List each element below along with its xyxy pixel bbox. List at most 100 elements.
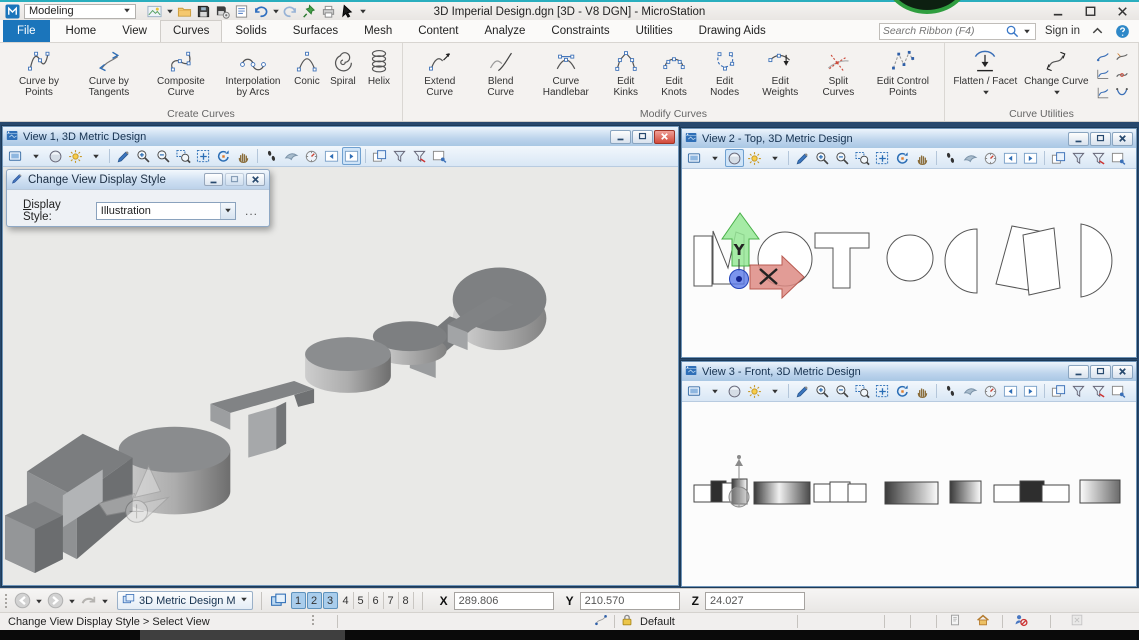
zoom-in-icon[interactable] xyxy=(813,382,832,400)
zoom-out-icon[interactable] xyxy=(154,147,173,165)
view3-close-button[interactable] xyxy=(1112,365,1133,379)
brightness-icon[interactable] xyxy=(745,149,764,167)
view-next-icon[interactable] xyxy=(342,147,361,165)
walk-icon[interactable] xyxy=(941,149,960,167)
edit-knots-button[interactable]: Edit Knots xyxy=(650,45,699,99)
edit-weights-button[interactable]: Edit Weights xyxy=(751,45,810,99)
dialog-more-button[interactable]: ... xyxy=(242,204,261,218)
saved-views-icon[interactable] xyxy=(948,613,962,630)
rotate-view-icon[interactable] xyxy=(214,147,233,165)
undo-icon[interactable] xyxy=(252,3,269,19)
interpolation-by-arcs-button[interactable]: Interpolation by Arcs xyxy=(217,45,289,99)
view2-titlebar[interactable]: View 2 - Top, 3D Metric Design xyxy=(682,129,1136,148)
evaluate-curve-icon[interactable] xyxy=(1094,66,1112,83)
pin-icon[interactable] xyxy=(301,3,318,19)
view-next-icon[interactable] xyxy=(1021,382,1040,400)
clip-volume-icon[interactable] xyxy=(1069,149,1088,167)
active-level[interactable]: Default xyxy=(640,614,675,629)
fly-icon[interactable] xyxy=(961,149,980,167)
view3-minimize-button[interactable] xyxy=(1068,365,1089,379)
fit-view-icon[interactable] xyxy=(194,147,213,165)
view1-minimize-button[interactable] xyxy=(610,130,631,144)
edit-control-points-button[interactable]: Edit Control Points xyxy=(867,45,939,99)
maximize-button[interactable] xyxy=(1081,4,1099,19)
update-view-icon[interactable] xyxy=(114,147,133,165)
view1-close-button[interactable] xyxy=(654,130,675,144)
fair-curve-icon[interactable] xyxy=(1113,66,1131,83)
view-properties-icon[interactable] xyxy=(1109,382,1128,400)
clip-mask-icon[interactable] xyxy=(410,147,429,165)
tab-drawing-aids[interactable]: Drawing Aids xyxy=(686,20,779,42)
toolbar-grip[interactable] xyxy=(4,593,8,609)
ribbon-search[interactable] xyxy=(879,23,1036,40)
tab-analyze[interactable]: Analyze xyxy=(472,20,539,42)
view2-canvas[interactable]: Y xyxy=(682,169,1136,357)
y-coordinate-field[interactable] xyxy=(580,592,680,610)
curve-by-points-button[interactable]: Curve by Points xyxy=(5,45,73,99)
navigate-view-icon[interactable] xyxy=(981,149,1000,167)
copy-view-icon[interactable] xyxy=(1049,149,1068,167)
minimize-button[interactable] xyxy=(1049,4,1067,19)
fit-view-icon[interactable] xyxy=(873,149,892,167)
caret-icon[interactable] xyxy=(765,382,784,400)
view3-canvas[interactable] xyxy=(682,402,1136,586)
copy-view-icon[interactable] xyxy=(1049,382,1068,400)
display-style-icon[interactable] xyxy=(725,149,744,167)
view-2-toggle[interactable]: 2 xyxy=(307,592,322,609)
curve-graph-icon[interactable] xyxy=(1094,84,1112,101)
user-status-icon[interactable] xyxy=(1014,613,1028,630)
tab-content[interactable]: Content xyxy=(405,20,471,42)
tab-view[interactable]: View xyxy=(109,20,160,42)
fly-icon[interactable] xyxy=(282,147,301,165)
sign-in-link[interactable]: Sign in xyxy=(1045,25,1080,37)
curve-handlebar-button[interactable]: Curve Handlebar xyxy=(530,45,602,99)
display-style-select[interactable]: Illustration xyxy=(96,202,236,220)
pan-view-icon[interactable] xyxy=(913,382,932,400)
view-toggles-icon[interactable] xyxy=(270,592,288,610)
fit-view-icon[interactable] xyxy=(873,382,892,400)
tab-constraints[interactable]: Constraints xyxy=(538,20,622,42)
view-3-toggle[interactable]: 3 xyxy=(323,592,338,609)
window-area-icon[interactable] xyxy=(853,149,872,167)
walk-icon[interactable] xyxy=(262,147,281,165)
view-1-toggle[interactable]: 1 xyxy=(291,592,306,609)
curve-by-tangents-button[interactable]: Curve by Tangents xyxy=(73,45,145,99)
caret-icon[interactable] xyxy=(271,3,280,19)
curves-from-icon[interactable] xyxy=(1094,48,1112,65)
view3-maximize-button[interactable] xyxy=(1090,365,1111,379)
view3-titlebar[interactable]: View 3 - Front, 3D Metric Design xyxy=(682,362,1136,381)
folder-icon[interactable] xyxy=(176,3,193,19)
edit-kinks-button[interactable]: Edit Kinks xyxy=(602,45,650,99)
rotate-view-icon[interactable] xyxy=(893,149,912,167)
redo-icon[interactable] xyxy=(282,3,299,19)
navigate-view-icon[interactable] xyxy=(981,382,1000,400)
default-model-icon[interactable] xyxy=(976,613,990,630)
back-caret-icon[interactable] xyxy=(34,596,43,606)
view-properties-icon[interactable] xyxy=(430,147,449,165)
item-browser-icon[interactable] xyxy=(233,3,250,19)
zoom-in-icon[interactable] xyxy=(813,149,832,167)
view1-canvas[interactable] xyxy=(3,167,678,585)
search-caret-icon[interactable] xyxy=(1023,23,1032,39)
navigate-view-icon[interactable] xyxy=(302,147,321,165)
display-style-icon[interactable] xyxy=(46,147,65,165)
view-properties-icon[interactable] xyxy=(1109,149,1128,167)
update-view-icon[interactable] xyxy=(793,149,812,167)
collapse-ribbon-icon[interactable] xyxy=(1089,23,1105,39)
clip-volume-icon[interactable] xyxy=(390,147,409,165)
workflow-selector[interactable]: Modeling xyxy=(24,4,136,19)
copy-view-icon[interactable] xyxy=(370,147,389,165)
fly-icon[interactable] xyxy=(961,382,980,400)
tab-surfaces[interactable]: Surfaces xyxy=(280,20,351,42)
history-button[interactable] xyxy=(79,592,97,610)
spiral-button[interactable]: Spiral xyxy=(325,45,361,88)
z-coordinate-field[interactable] xyxy=(705,592,805,610)
forward-button[interactable] xyxy=(46,592,64,610)
zoom-out-icon[interactable] xyxy=(833,149,852,167)
view-next-icon[interactable] xyxy=(1021,149,1040,167)
caret-icon[interactable] xyxy=(705,149,724,167)
brightness-icon[interactable] xyxy=(745,382,764,400)
active-point-icon[interactable] xyxy=(594,613,608,630)
pan-view-icon[interactable] xyxy=(913,149,932,167)
view-group-select[interactable]: 3D Metric Design M xyxy=(117,591,253,610)
